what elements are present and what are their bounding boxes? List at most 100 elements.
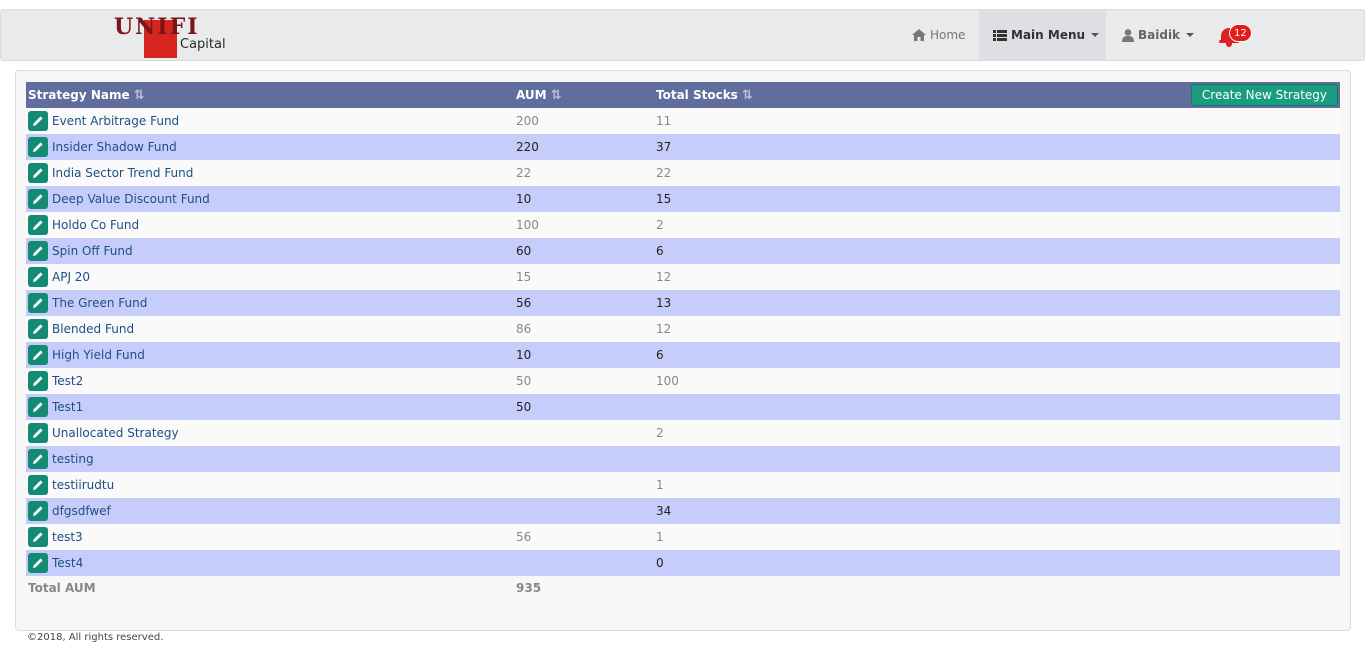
- aum-cell: 50: [516, 400, 532, 414]
- pencil-icon: [33, 324, 43, 334]
- table-body: Event Arbitrage Fund 200 11 Insider Shadow …: [26, 108, 1340, 576]
- total-stocks-cell: 1: [656, 530, 664, 544]
- strategy-name-link[interactable]: testing: [52, 446, 94, 472]
- strategy-name-link[interactable]: The Green Fund: [52, 290, 147, 316]
- strategy-name-link[interactable]: Insider Shadow Fund: [52, 134, 177, 160]
- table-row: APJ 20 15 12: [26, 264, 1340, 290]
- create-new-strategy-button[interactable]: Create New Strategy: [1190, 84, 1338, 106]
- pencil-icon: [33, 558, 43, 568]
- strategy-name-link[interactable]: Holdo Co Fund: [52, 212, 139, 238]
- edit-button[interactable]: [28, 241, 48, 261]
- edit-button[interactable]: [28, 397, 48, 417]
- strategy-name-link[interactable]: test3: [52, 524, 83, 550]
- edit-button[interactable]: [28, 111, 48, 131]
- aum-cell: 22: [516, 166, 532, 180]
- strategy-name-link[interactable]: Deep Value Discount Fund: [52, 186, 210, 212]
- nav-main-menu[interactable]: Main Menu: [979, 10, 1106, 60]
- sort-icon[interactable]: ⇅: [742, 83, 753, 109]
- aum-cell: 220: [516, 140, 539, 154]
- table-row: testing: [26, 446, 1340, 472]
- total-stocks-cell: 2: [656, 426, 664, 440]
- strategy-name-link[interactable]: APJ 20: [52, 264, 90, 290]
- table-header: Strategy Name ⇅ AUM ⇅ Total Stocks ⇅ Create…: [26, 82, 1340, 108]
- sort-icon[interactable]: ⇅: [134, 83, 145, 109]
- column-header-label: Total Stocks: [656, 88, 738, 102]
- edit-button[interactable]: [28, 423, 48, 443]
- chevron-down-icon: [1186, 33, 1195, 37]
- total-stocks-cell: 6: [656, 244, 664, 258]
- pencil-icon: [33, 376, 43, 386]
- pencil-icon: [33, 402, 43, 412]
- pencil-icon: [33, 194, 43, 204]
- strategy-name-link[interactable]: Blended Fund: [52, 316, 134, 342]
- aum-cell: 10: [516, 192, 532, 206]
- table-row: Test1 50: [26, 394, 1340, 420]
- total-stocks-cell: 6: [656, 348, 664, 362]
- column-header-total-stocks[interactable]: Total Stocks ⇅: [656, 82, 753, 108]
- strategy-name-link[interactable]: Spin Off Fund: [52, 238, 133, 264]
- total-stocks-cell: 12: [656, 270, 672, 284]
- total-stocks-cell: 0: [656, 556, 664, 570]
- strategy-name-link[interactable]: India Sector Trend Fund: [52, 160, 193, 186]
- nav-home[interactable]: Home: [912, 10, 965, 60]
- total-stocks-cell: 12: [656, 322, 672, 336]
- strategy-panel: Strategy Name ⇅ AUM ⇅ Total Stocks ⇅ Create…: [15, 70, 1351, 631]
- table-row: Test4 0: [26, 550, 1340, 576]
- notification-badge[interactable]: 12: [1229, 24, 1252, 42]
- bell-clapper: [1226, 43, 1232, 47]
- strategy-table: Strategy Name ⇅ AUM ⇅ Total Stocks ⇅ Create…: [26, 82, 1340, 600]
- column-header-strategy-name[interactable]: Strategy Name ⇅: [28, 82, 145, 108]
- edit-button[interactable]: [28, 189, 48, 209]
- aum-cell: 56: [516, 530, 532, 544]
- column-header-label: AUM: [516, 88, 547, 102]
- edit-button[interactable]: [28, 267, 48, 287]
- pencil-icon: [33, 532, 43, 542]
- total-aum-value: 935: [516, 581, 542, 595]
- column-header-label: Strategy Name: [28, 88, 130, 102]
- strategy-name-link[interactable]: dfgsdfwef: [52, 498, 111, 524]
- total-stocks-cell: 11: [656, 114, 672, 128]
- aum-cell: 56: [516, 296, 532, 310]
- edit-button[interactable]: [28, 501, 48, 521]
- strategy-name-link[interactable]: Test1: [52, 394, 83, 420]
- nav-user-menu[interactable]: Baidik: [1122, 10, 1195, 60]
- user-icon: [1122, 28, 1134, 42]
- pencil-icon: [33, 116, 43, 126]
- edit-button[interactable]: [28, 527, 48, 547]
- edit-button[interactable]: [28, 319, 48, 339]
- strategy-name-link[interactable]: testiirudtu: [52, 472, 114, 498]
- total-stocks-cell: 37: [656, 140, 672, 154]
- table-row: Test2 50 100: [26, 368, 1340, 394]
- edit-button[interactable]: [28, 449, 48, 469]
- edit-button[interactable]: [28, 345, 48, 365]
- edit-button[interactable]: [28, 371, 48, 391]
- total-aum-label: Total AUM: [28, 581, 96, 595]
- nav-user-label: Baidik: [1138, 28, 1181, 42]
- edit-button[interactable]: [28, 553, 48, 573]
- column-header-aum[interactable]: AUM ⇅: [516, 82, 562, 108]
- nav-main-menu-label: Main Menu: [1011, 28, 1086, 42]
- logo-subtext: Capital: [180, 37, 226, 52]
- strategy-name-link[interactable]: Event Arbitrage Fund: [52, 108, 179, 134]
- strategy-name-link[interactable]: Unallocated Strategy: [52, 420, 179, 446]
- pencil-icon: [33, 168, 43, 178]
- table-row: dfgsdfwef 34: [26, 498, 1340, 524]
- strategy-name-link[interactable]: Test4: [52, 550, 83, 576]
- nav-home-label: Home: [930, 28, 966, 42]
- edit-button[interactable]: [28, 215, 48, 235]
- edit-button[interactable]: [28, 163, 48, 183]
- pencil-icon: [33, 246, 43, 256]
- chevron-down-icon: [1091, 33, 1100, 37]
- strategy-name-link[interactable]: Test2: [52, 368, 83, 394]
- edit-button[interactable]: [28, 475, 48, 495]
- aum-cell: 15: [516, 270, 532, 284]
- edit-button[interactable]: [28, 293, 48, 313]
- aum-cell: 200: [516, 114, 539, 128]
- table-row: Blended Fund 86 12: [26, 316, 1340, 342]
- edit-button[interactable]: [28, 137, 48, 157]
- table-row: testiirudtu 1: [26, 472, 1340, 498]
- aum-cell: 86: [516, 322, 532, 336]
- unifi-capital-logo[interactable]: UNIFI Capital: [114, 14, 230, 58]
- sort-icon[interactable]: ⇅: [551, 83, 562, 109]
- strategy-name-link[interactable]: High Yield Fund: [52, 342, 145, 368]
